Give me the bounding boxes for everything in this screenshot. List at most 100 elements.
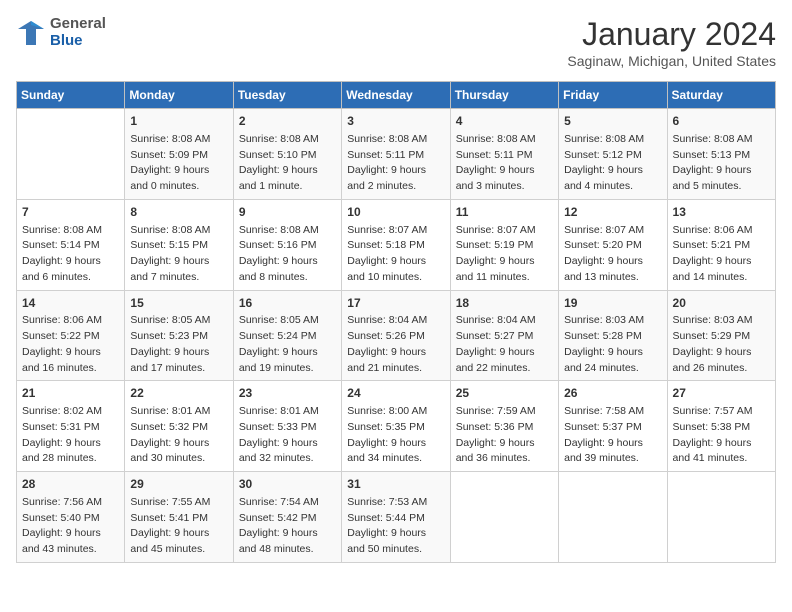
calendar-cell-3-4: 17Sunrise: 8:04 AMSunset: 5:26 PMDayligh… [342,290,450,381]
calendar-cell-4-1: 21 Sunrise: 8:02 AMSunset: 5:31 PMDayligh… [17,381,125,472]
day-info: Sunrise: 8:01 AMSunset: 5:32 PMDaylight:… [130,404,227,467]
calendar-cell-1-4: 3 Sunrise: 8:08 AMSunset: 5:11 PMDaylight… [342,109,450,200]
day-number: 1 [130,113,227,130]
calendar-cell-2-6: 12 Sunrise: 8:07 AMSunset: 5:20 PMDayligh… [559,199,667,290]
day-info: Sunrise: 8:08 AMSunset: 5:11 PMDaylight:… [347,132,444,195]
calendar-cell-1-2: 1 Sunrise: 8:08 AMSunset: 5:09 PMDaylight… [125,109,233,200]
calendar-header-monday: Monday [125,82,233,109]
day-info: Sunrise: 7:55 AMSunset: 5:41 PMDaylight:… [130,495,227,558]
logo-general: General [50,16,106,33]
day-info: Sunrise: 7:56 AMSunset: 5:40 PMDaylight:… [22,495,119,558]
day-info: Sunrise: 8:08 AMSunset: 5:11 PMDaylight:… [456,132,553,195]
day-info: Sunrise: 8:08 AMSunset: 5:09 PMDaylight:… [130,132,227,195]
day-info: Sunrise: 8:08 AMSunset: 5:13 PMDaylight:… [673,132,770,195]
day-number: 19 [564,295,661,312]
day-info: Sunrise: 8:01 AMSunset: 5:33 PMDaylight:… [239,404,336,467]
day-info: Sunrise: 8:04 AMSunset: 5:26 PMDaylight:… [347,313,444,376]
day-number: 29 [130,476,227,493]
day-number: 21 [22,385,119,402]
day-info: Sunrise: 8:06 AMSunset: 5:21 PMDaylight:… [673,223,770,286]
calendar-week-1: 1 Sunrise: 8:08 AMSunset: 5:09 PMDaylight… [17,109,776,200]
calendar-cell-5-7 [667,472,775,563]
calendar-cell-1-1 [17,109,125,200]
day-info: Sunrise: 8:08 AMSunset: 5:10 PMDaylight:… [239,132,336,195]
title-block: January 2024 Saginaw, Michigan, United S… [567,16,776,69]
calendar-cell-1-3: 2 Sunrise: 8:08 AMSunset: 5:10 PMDaylight… [233,109,341,200]
day-number: 2 [239,113,336,130]
day-info: Sunrise: 8:03 AMSunset: 5:29 PMDaylight:… [673,313,770,376]
calendar-header-tuesday: Tuesday [233,82,341,109]
day-info: Sunrise: 8:06 AMSunset: 5:22 PMDaylight:… [22,313,119,376]
day-number: 22 [130,385,227,402]
day-number: 4 [456,113,553,130]
day-number: 30 [239,476,336,493]
day-info: Sunrise: 8:08 AMSunset: 5:16 PMDaylight:… [239,223,336,286]
calendar-week-2: 7 Sunrise: 8:08 AMSunset: 5:14 PMDaylight… [17,199,776,290]
calendar-week-3: 14Sunrise: 8:06 AMSunset: 5:22 PMDayligh… [17,290,776,381]
calendar-cell-2-3: 9 Sunrise: 8:08 AMSunset: 5:16 PMDaylight… [233,199,341,290]
day-number: 23 [239,385,336,402]
day-info: Sunrise: 7:58 AMSunset: 5:37 PMDaylight:… [564,404,661,467]
logo-text: General Blue [50,16,106,49]
day-number: 31 [347,476,444,493]
day-number: 6 [673,113,770,130]
day-info: Sunrise: 8:05 AMSunset: 5:23 PMDaylight:… [130,313,227,376]
page-header: General Blue January 2024 Saginaw, Michi… [16,16,776,69]
day-number: 13 [673,204,770,221]
calendar-cell-2-4: 10Sunrise: 8:07 AMSunset: 5:18 PMDayligh… [342,199,450,290]
calendar-cell-4-3: 23 Sunrise: 8:01 AMSunset: 5:33 PMDayligh… [233,381,341,472]
logo-blue: Blue [50,33,106,50]
day-info: Sunrise: 8:00 AMSunset: 5:35 PMDaylight:… [347,404,444,467]
calendar-cell-1-7: 6 Sunrise: 8:08 AMSunset: 5:13 PMDaylight… [667,109,775,200]
day-number: 16 [239,295,336,312]
calendar-week-5: 28Sunrise: 7:56 AMSunset: 5:40 PMDayligh… [17,472,776,563]
page-subtitle: Saginaw, Michigan, United States [567,53,776,69]
day-number: 11 [456,204,553,221]
day-info: Sunrise: 7:53 AMSunset: 5:44 PMDaylight:… [347,495,444,558]
calendar-cell-3-1: 14Sunrise: 8:06 AMSunset: 5:22 PMDayligh… [17,290,125,381]
day-number: 5 [564,113,661,130]
day-number: 7 [22,204,119,221]
day-info: Sunrise: 8:08 AMSunset: 5:14 PMDaylight:… [22,223,119,286]
calendar-cell-3-6: 19Sunrise: 8:03 AMSunset: 5:28 PMDayligh… [559,290,667,381]
day-number: 14 [22,295,119,312]
day-number: 27 [673,385,770,402]
calendar-cell-1-6: 5 Sunrise: 8:08 AMSunset: 5:12 PMDaylight… [559,109,667,200]
calendar-header-thursday: Thursday [450,82,558,109]
calendar-header-wednesday: Wednesday [342,82,450,109]
day-info: Sunrise: 8:07 AMSunset: 5:19 PMDaylight:… [456,223,553,286]
day-info: Sunrise: 8:02 AMSunset: 5:31 PMDaylight:… [22,404,119,467]
day-number: 9 [239,204,336,221]
calendar-cell-2-1: 7 Sunrise: 8:08 AMSunset: 5:14 PMDaylight… [17,199,125,290]
calendar-cell-5-3: 30 Sunrise: 7:54 AMSunset: 5:42 PMDayligh… [233,472,341,563]
day-info: Sunrise: 7:54 AMSunset: 5:42 PMDaylight:… [239,495,336,558]
day-info: Sunrise: 8:08 AMSunset: 5:12 PMDaylight:… [564,132,661,195]
page-title: January 2024 [567,16,776,53]
calendar-header-row: SundayMondayTuesdayWednesdayThursdayFrid… [17,82,776,109]
day-number: 3 [347,113,444,130]
day-number: 26 [564,385,661,402]
calendar-header-sunday: Sunday [17,82,125,109]
day-number: 12 [564,204,661,221]
day-number: 15 [130,295,227,312]
calendar-cell-2-5: 11 Sunrise: 8:07 AMSunset: 5:19 PMDayligh… [450,199,558,290]
day-number: 20 [673,295,770,312]
day-info: Sunrise: 8:07 AMSunset: 5:20 PMDaylight:… [564,223,661,286]
day-number: 24 [347,385,444,402]
calendar-header-saturday: Saturday [667,82,775,109]
calendar-cell-4-5: 25Sunrise: 7:59 AMSunset: 5:36 PMDayligh… [450,381,558,472]
day-number: 8 [130,204,227,221]
calendar-cell-5-2: 29 Sunrise: 7:55 AMSunset: 5:41 PMDayligh… [125,472,233,563]
calendar-cell-2-2: 8 Sunrise: 8:08 AMSunset: 5:15 PMDaylight… [125,199,233,290]
calendar-cell-3-2: 15Sunrise: 8:05 AMSunset: 5:23 PMDayligh… [125,290,233,381]
day-number: 18 [456,295,553,312]
day-number: 25 [456,385,553,402]
calendar-cell-4-2: 22 Sunrise: 8:01 AMSunset: 5:32 PMDayligh… [125,381,233,472]
day-info: Sunrise: 7:57 AMSunset: 5:38 PMDaylight:… [673,404,770,467]
calendar-header-friday: Friday [559,82,667,109]
day-info: Sunrise: 8:07 AMSunset: 5:18 PMDaylight:… [347,223,444,286]
day-info: Sunrise: 8:08 AMSunset: 5:15 PMDaylight:… [130,223,227,286]
calendar-cell-5-1: 28Sunrise: 7:56 AMSunset: 5:40 PMDayligh… [17,472,125,563]
calendar-cell-3-3: 16Sunrise: 8:05 AMSunset: 5:24 PMDayligh… [233,290,341,381]
calendar-cell-5-4: 31 Sunrise: 7:53 AMSunset: 5:44 PMDayligh… [342,472,450,563]
